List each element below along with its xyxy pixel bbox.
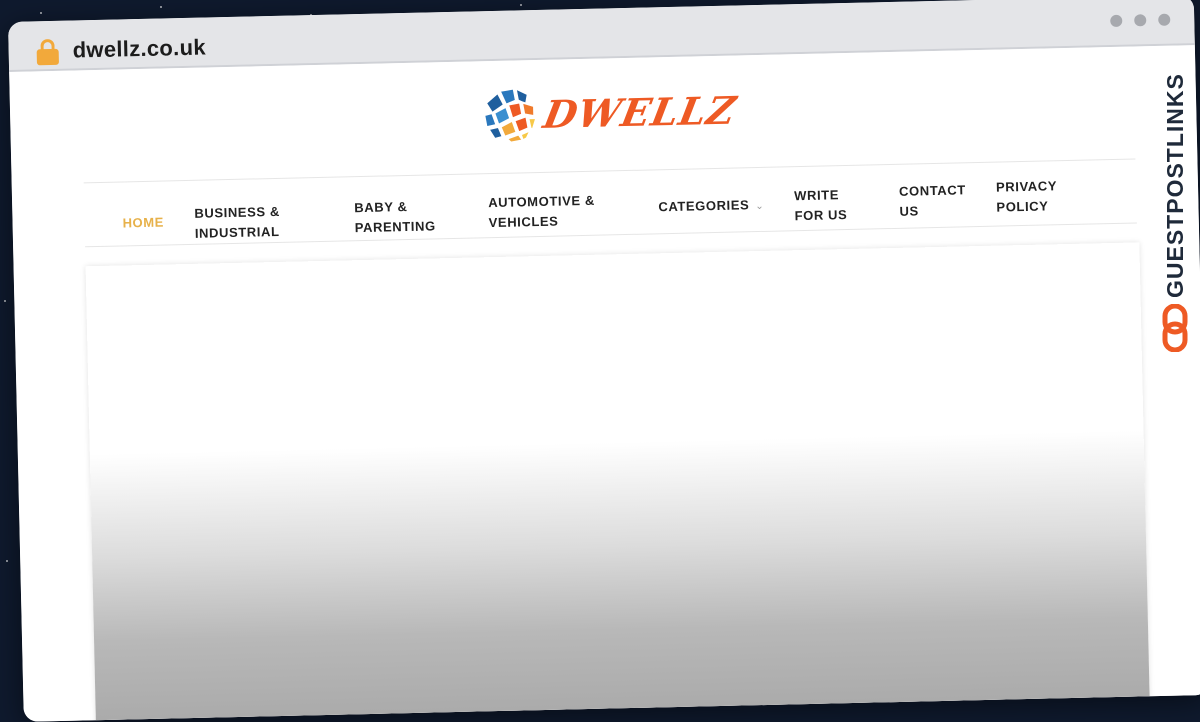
nav-label-line: PARENTING	[354, 218, 436, 236]
nav-label-line: US	[899, 203, 919, 219]
browser-window: dwellz.co.uk DWELLZ HOME BUSINESS & INDU…	[8, 0, 1200, 722]
webpage: DWELLZ HOME BUSINESS & INDUSTRIAL BABY &…	[9, 45, 1200, 722]
site-logo-text: DWELLZ	[539, 86, 741, 137]
watermark-text: GUESTPOSTLINKS	[1162, 73, 1188, 298]
nav-item-categories[interactable]: CATEGORIES ⌄	[658, 195, 764, 219]
nav-label-line: BUSINESS &	[194, 203, 281, 221]
nav-label-line: PRIVACY	[995, 178, 1058, 195]
nav-item-baby-parenting[interactable]: BABY & PARENTING	[354, 196, 436, 238]
nav-item-automotive-vehicles[interactable]: AUTOMOTIVE & VEHICLES	[488, 191, 596, 233]
site-logo[interactable]: DWELLZ	[480, 80, 741, 146]
lock-icon	[36, 38, 59, 66]
nav-item-write-for-us[interactable]: WRITE FOR US	[794, 185, 848, 226]
nav-label-line: VEHICLES	[488, 213, 559, 231]
address-bar-url[interactable]: dwellz.co.uk	[72, 35, 206, 64]
nav-label-line: INDUSTRIAL	[194, 223, 280, 241]
guestpostlinks-watermark: GUESTPOSTLINKS	[1158, 58, 1192, 358]
nav-label-line: AUTOMOTIVE &	[488, 192, 596, 211]
nav-item-contact-us[interactable]: CONTACT US	[899, 180, 967, 222]
nav-label-line: WRITE	[793, 187, 840, 204]
nav-item-home[interactable]: HOME	[122, 213, 164, 234]
link-icon	[1162, 304, 1188, 352]
window-controls	[1110, 13, 1171, 27]
window-dot-icon[interactable]	[1134, 14, 1147, 27]
nav-label-line: FOR US	[794, 207, 848, 224]
globe-icon	[481, 85, 540, 144]
chevron-down-icon: ⌄	[755, 200, 765, 213]
window-dot-icon[interactable]	[1110, 14, 1123, 27]
nav-label-line: POLICY	[996, 198, 1049, 215]
nav-item-privacy-policy[interactable]: PRIVACY POLICY	[996, 176, 1058, 217]
nav-item-business-industrial[interactable]: BUSINESS & INDUSTRIAL	[194, 202, 280, 244]
nav-label: CATEGORIES	[658, 197, 750, 215]
hero-image-placeholder	[85, 242, 1150, 722]
window-dot-icon[interactable]	[1158, 13, 1171, 26]
nav-label-line: CONTACT	[898, 182, 967, 199]
nav-label-line: BABY &	[354, 198, 408, 216]
main-navigation: HOME BUSINESS & INDUSTRIAL BABY & PARENT…	[84, 164, 1137, 244]
